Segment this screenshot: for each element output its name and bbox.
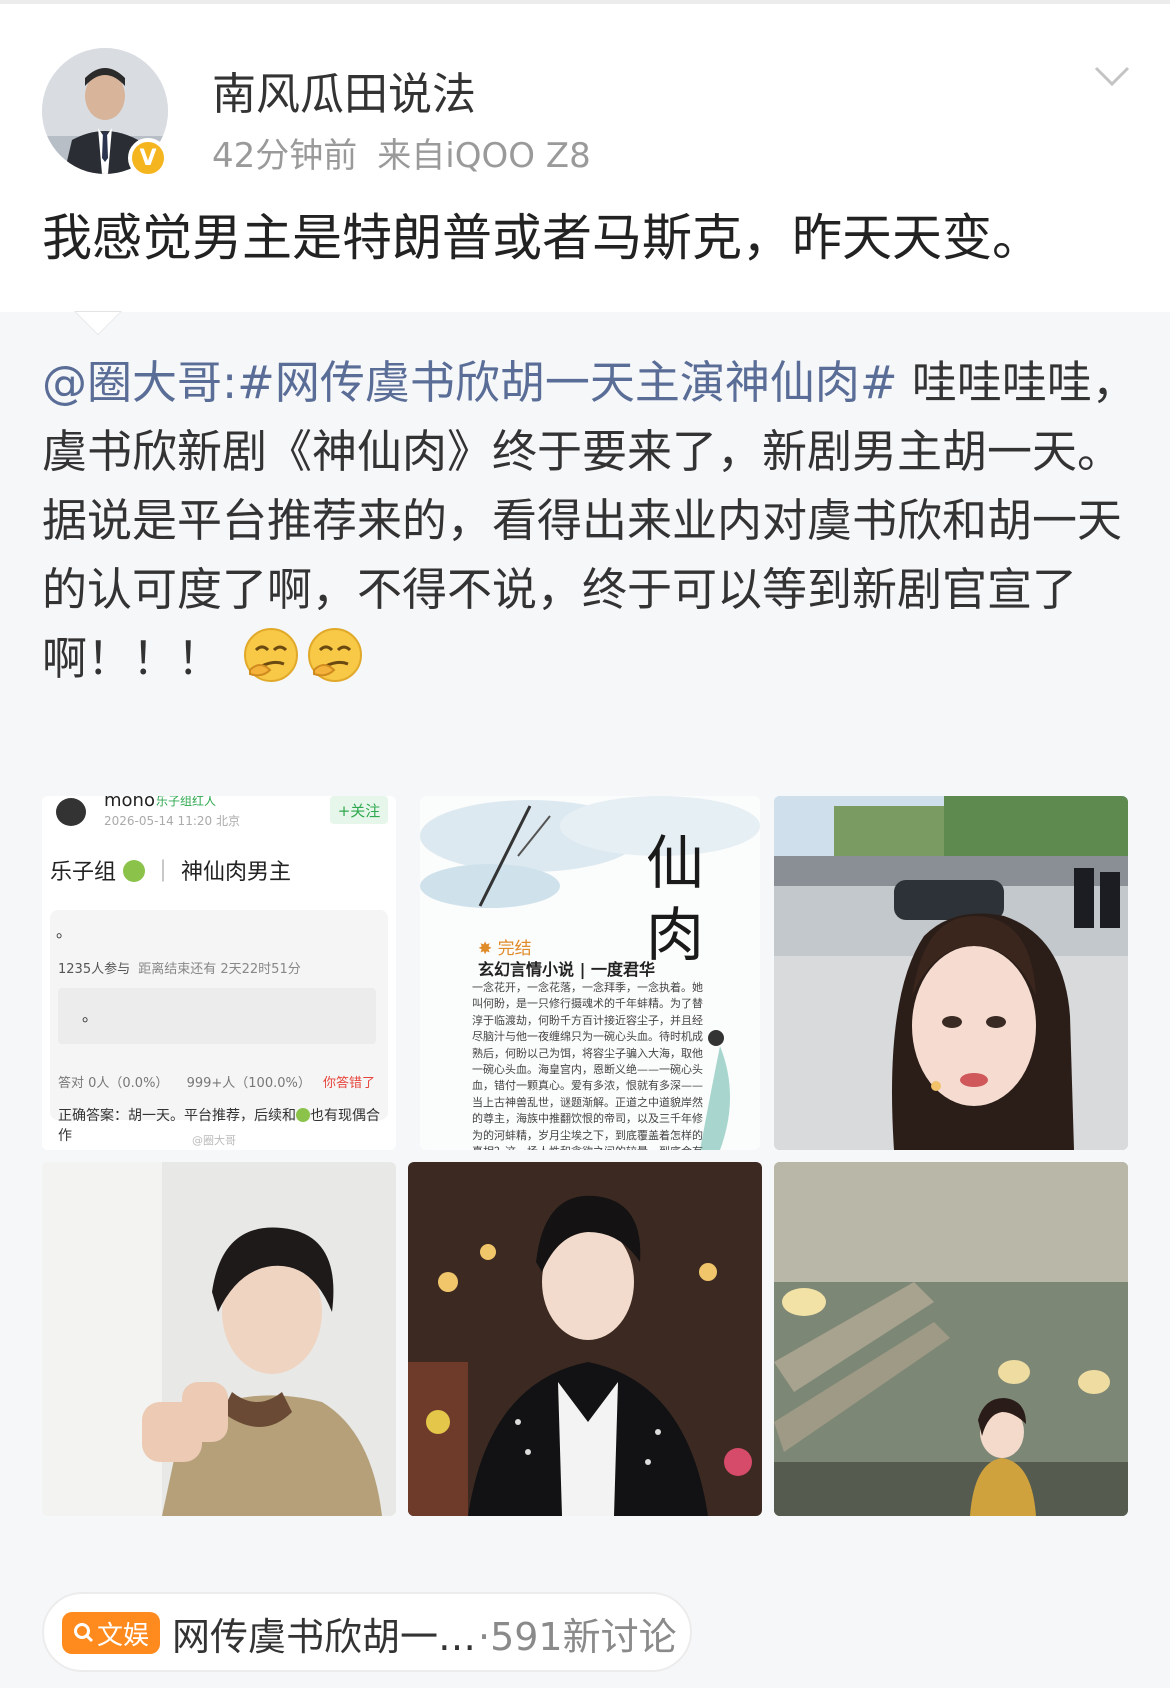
mention-link[interactable]: @圈大哥 <box>42 356 222 409</box>
post-time: 42分钟前 <box>212 136 358 176</box>
poll-stat-wrong: 999+人（100.0%） <box>186 1076 311 1091</box>
poll-follow-button: +关注 <box>330 796 388 824</box>
poll-title-separator: ｜ <box>152 860 175 885</box>
smirk-emoji-icon <box>242 626 300 684</box>
poll-user: mono <box>104 796 155 811</box>
poll-result: 你答错了 <box>323 1076 376 1091</box>
poll-user-avatar <box>56 798 86 826</box>
hashtag-link[interactable]: :#网传虞书欣胡一天主演神仙肉# <box>222 356 898 409</box>
image-poll-screenshot[interactable]: mono 乐子组红人 +关注 2026-05-14 11:20 北京 乐子组 ｜… <box>42 796 396 1150</box>
smirk-emoji-icon <box>306 626 364 684</box>
poll-dot: 。 <box>56 922 73 941</box>
topic-tag: 文娱 <box>62 1612 160 1654</box>
image-actress-premiere[interactable] <box>774 796 1128 1150</box>
poll-watermark: @圈大哥 <box>192 1134 236 1147</box>
poll-participants: 1235人参与 距离结束还有 2天22时51分 <box>58 958 301 977</box>
post-source: 来自iQOO Z8 <box>377 136 591 176</box>
poll-stats: 答对 0人（0.0%） 999+人（100.0%） 你答错了 <box>58 1072 375 1091</box>
novel-genre: 玄幻言情小说 | 一度君华 <box>478 960 655 979</box>
poll-date: 2026-05-14 11:20 北京 <box>104 814 240 828</box>
top-divider <box>0 0 1170 4</box>
poll-user-tag: 乐子组红人 <box>156 796 217 808</box>
novel-blurb: 一念花开，一念花落，一念拜季，一念执着。她叫何盼，是一只修行摄魂术的千年蚌精。为… <box>472 981 703 1150</box>
melon-icon <box>296 1108 310 1122</box>
image-actor-thumbs-up[interactable] <box>42 1162 396 1516</box>
repost-notch <box>76 312 120 334</box>
image-novel-cover[interactable]: 仙 肉 ✸ 完结 玄幻言情小说 | 一度君华 一念花开，一念花落，一念拜季，一念… <box>420 796 760 1150</box>
topic-text: 网传虞书欣胡一… <box>172 1615 477 1659</box>
poll-title-topic: 神仙肉男主 <box>181 860 292 885</box>
melon-icon <box>123 860 146 882</box>
post-meta: 42分钟前 来自iQOO Z8 <box>212 128 591 177</box>
chevron-down-icon[interactable] <box>1092 62 1132 92</box>
image-actress-staircase[interactable] <box>774 1162 1128 1516</box>
poll-remaining: 距离结束还有 2天22时51分 <box>138 962 301 977</box>
poll-stat-correct: 答对 0人（0.0%） <box>58 1076 169 1091</box>
poll-answer-text: 正确答案：胡一天。平台推荐，后续和 <box>58 1108 296 1124</box>
repost-text: @圈大哥:#网传虞书欣胡一天主演神仙肉# 哇哇哇哇，虞书欣新剧《神仙肉》终于要来… <box>42 348 1142 693</box>
poll-title-group: 乐子组 <box>50 860 117 885</box>
topic-count: ·591新讨论 <box>478 1615 677 1659</box>
image-actor-jacket[interactable] <box>408 1162 762 1516</box>
poll-option-text: 。 <box>82 1006 99 1025</box>
username[interactable]: 南风瓜田说法 <box>212 58 476 122</box>
post-text: 我感觉男主是特朗普或者马斯克，昨天天变。 <box>42 209 1042 267</box>
poll-option <box>58 988 376 1044</box>
topic-tag-text: 文娱 <box>96 1620 149 1651</box>
verified-badge-icon: V <box>128 138 168 178</box>
poll-participant-count: 1235人参与 <box>58 962 131 977</box>
poll-title: 乐子组 ｜ 神仙肉男主 <box>50 854 291 886</box>
search-icon <box>73 1623 94 1643</box>
